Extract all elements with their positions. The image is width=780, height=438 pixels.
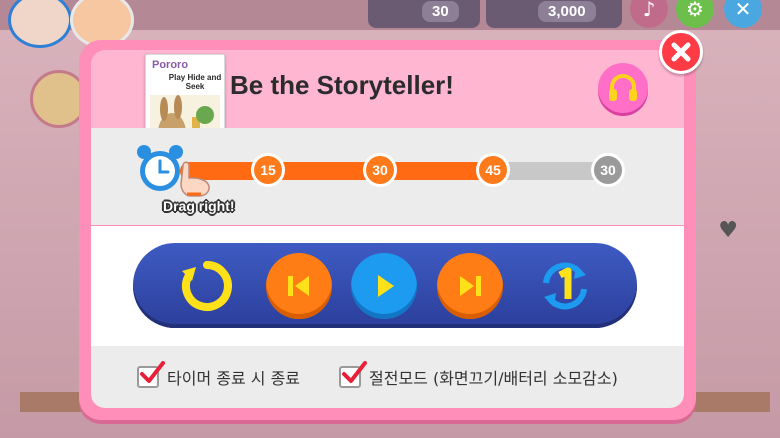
- timer-exit-label: 타이머 종료 시 종료: [167, 369, 301, 388]
- background-counter-right: 3,000: [486, 0, 622, 28]
- headphones-button[interactable]: [598, 63, 648, 113]
- power-saving-label: 절전모드 (화면끄기/배터리 소모감소): [369, 369, 618, 388]
- book-title: Play Hide and Seek: [168, 73, 222, 91]
- checkmark-icon: [140, 361, 165, 383]
- dialog-title: Be the Storyteller!: [230, 70, 454, 100]
- counter-right-value: 3,000: [538, 1, 596, 22]
- previous-icon: [288, 276, 309, 296]
- option-timer-exit[interactable]: 타이머 종료 시 종료: [137, 361, 301, 389]
- timer-marker-45[interactable]: 45: [476, 153, 510, 187]
- drag-hand-icon: [180, 161, 210, 197]
- play-button[interactable]: [351, 253, 417, 319]
- previous-button[interactable]: [266, 253, 332, 319]
- avatar: [8, 0, 72, 48]
- repeat-one-button[interactable]: [532, 253, 598, 319]
- next-button[interactable]: [437, 253, 503, 319]
- power-saving-checkbox[interactable]: [339, 361, 367, 388]
- play-icon: [378, 275, 394, 297]
- repeat-one-icon: [543, 262, 587, 310]
- headphones-icon: [609, 74, 637, 101]
- book-brand: Pororo: [152, 59, 189, 71]
- drag-hint: Drag right!: [163, 198, 235, 214]
- replay-button[interactable]: [174, 253, 240, 319]
- counter-left-value: 30: [422, 1, 459, 22]
- replay-icon: [182, 261, 232, 311]
- background-counter-left: 30: [368, 0, 480, 28]
- timer-track-fill: [180, 162, 488, 180]
- next-icon: [460, 276, 481, 296]
- checkmark-icon: [342, 361, 367, 383]
- close-icon: [671, 42, 691, 62]
- option-power-saving[interactable]: 절전모드 (화면끄기/배터리 소모감소): [339, 361, 618, 389]
- heart-icon: ♥: [718, 218, 738, 243]
- timer-exit-checkbox[interactable]: [137, 361, 165, 388]
- timer-marker-30[interactable]: 30: [363, 153, 397, 187]
- close-button[interactable]: [659, 30, 703, 74]
- background-shelf-right: [690, 392, 770, 412]
- timer-marker-15[interactable]: 15: [251, 153, 285, 187]
- timer-marker-end[interactable]: 30: [591, 153, 625, 187]
